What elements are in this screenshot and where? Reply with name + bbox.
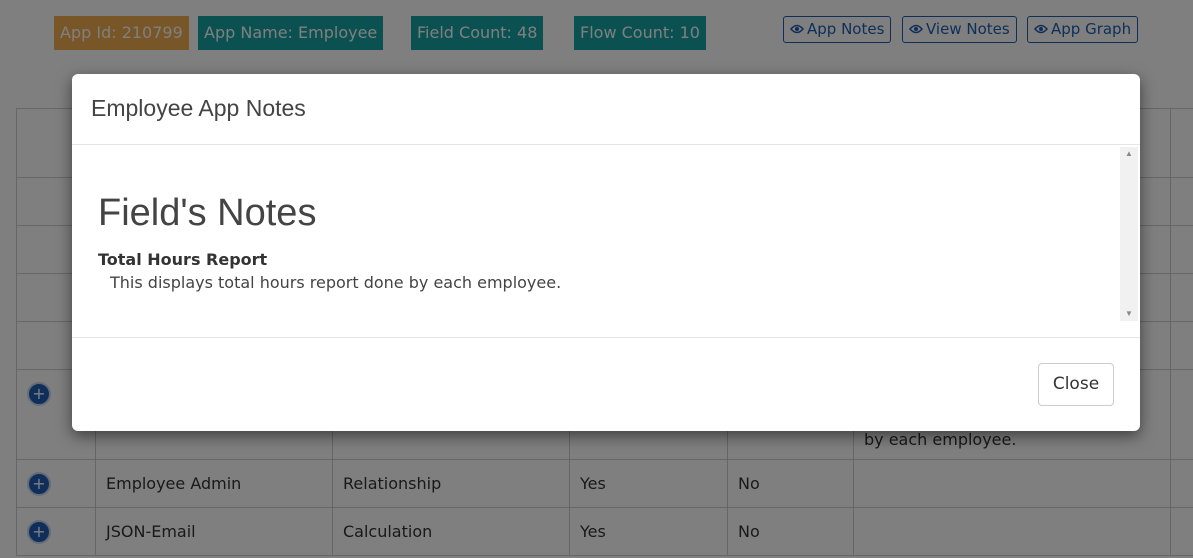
note-field-name: Total Hours Report — [98, 250, 268, 269]
scroll-down-arrow-icon[interactable]: ▼ — [1120, 307, 1138, 321]
modal-scrollbar[interactable]: ▲ ▼ — [1120, 147, 1138, 321]
scroll-up-arrow-icon[interactable]: ▲ — [1120, 147, 1138, 161]
note-field-text: This displays total hours report done by… — [110, 273, 562, 292]
modal-title: Employee App Notes — [91, 95, 306, 121]
modal-body: Field's Notes Total Hours Report This di… — [72, 145, 1140, 338]
modal-header: Employee App Notes — [72, 74, 1140, 145]
notes-heading: Field's Notes — [98, 192, 317, 234]
notes-modal: Employee App Notes Field's Notes Total H… — [72, 74, 1140, 431]
modal-footer: Close — [72, 338, 1140, 431]
close-button[interactable]: Close — [1038, 363, 1114, 406]
